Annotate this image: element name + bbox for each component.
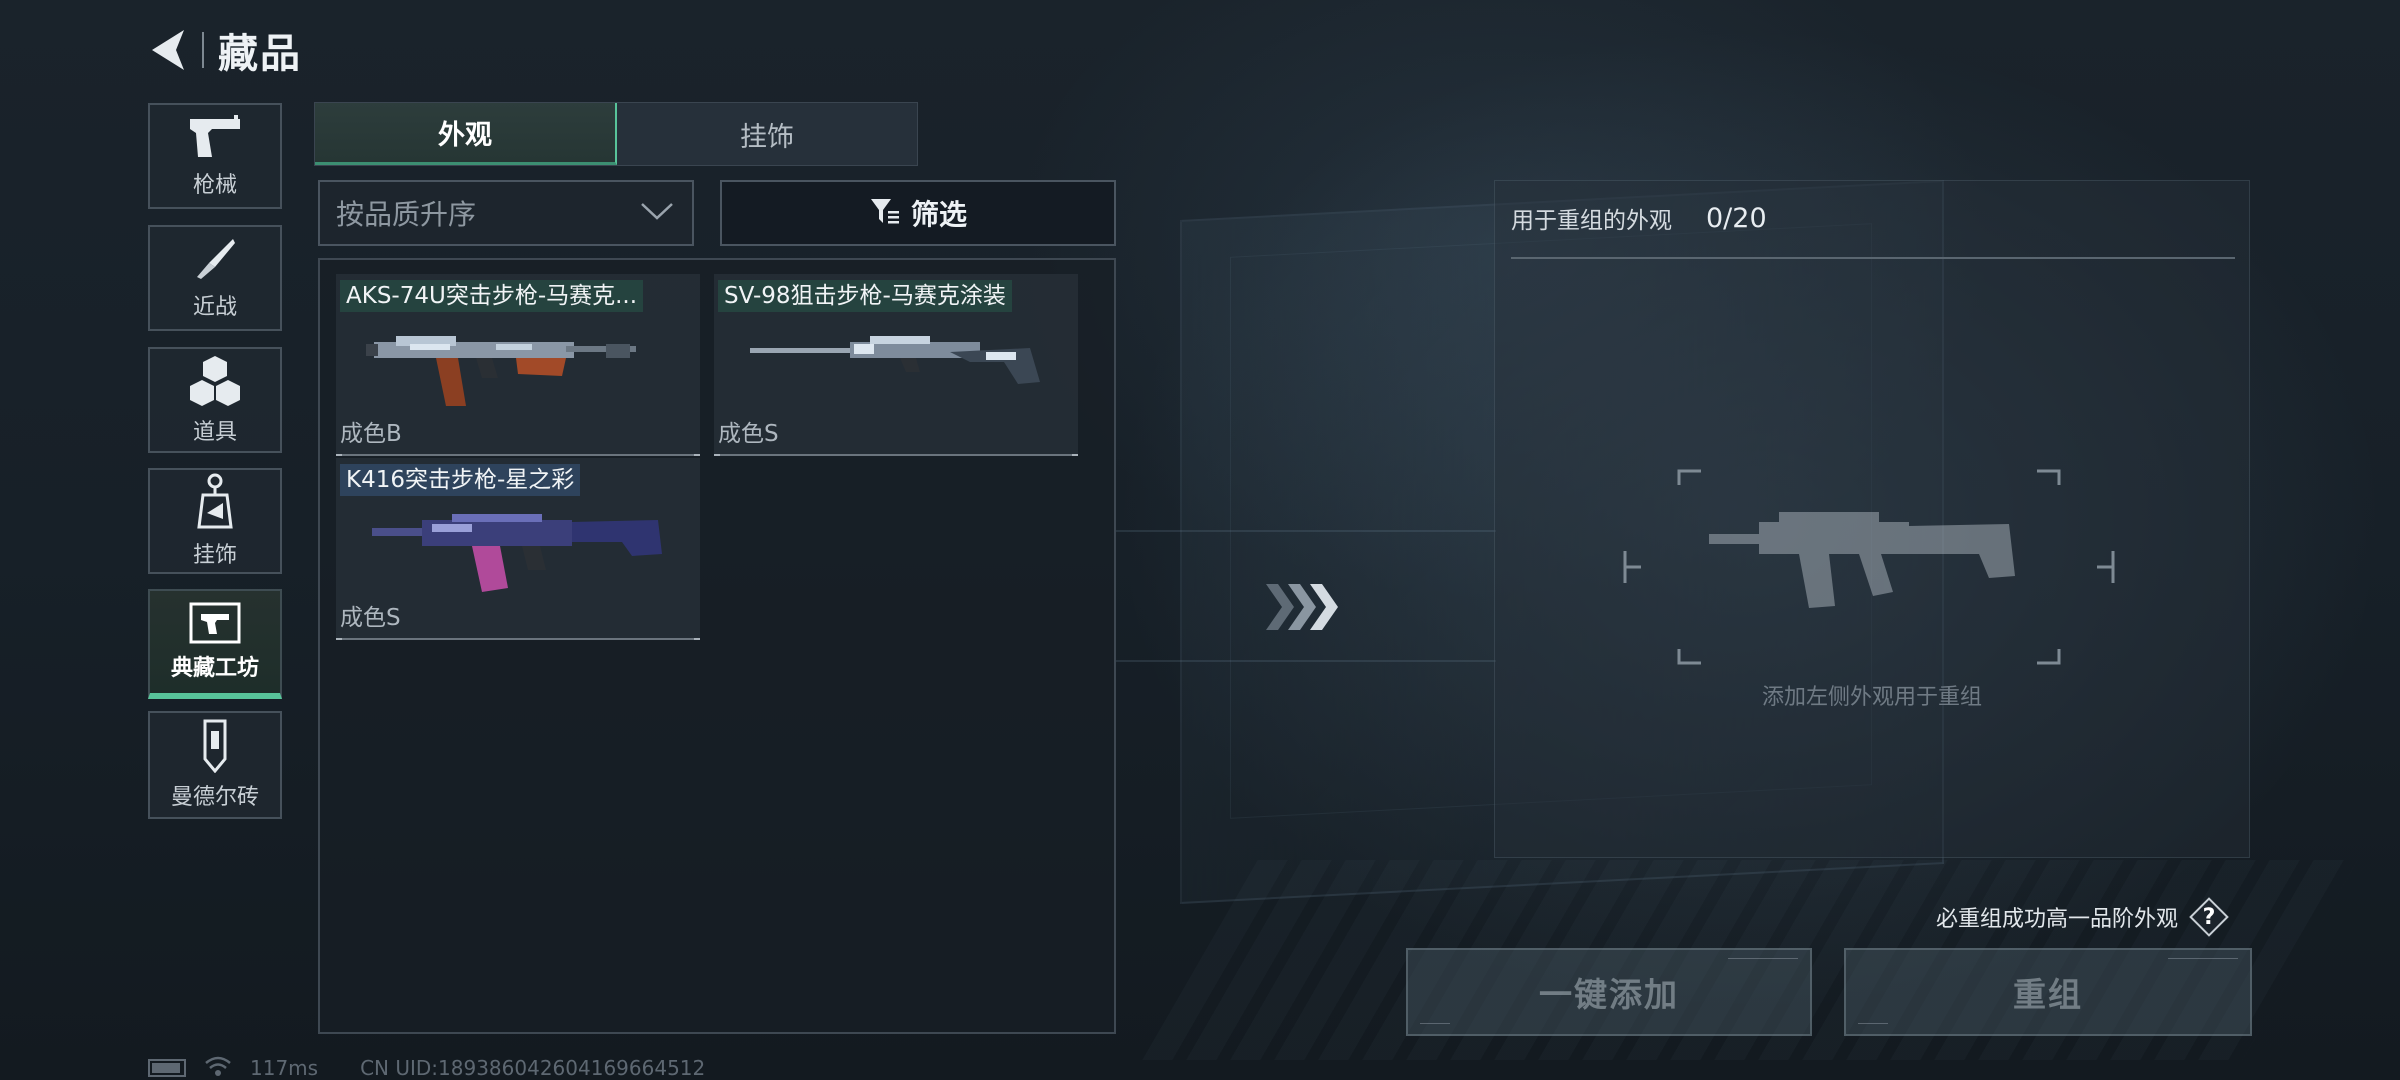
pistol-icon: [186, 113, 244, 161]
item-card[interactable]: K416突击步枪-星之彩 成色S: [336, 458, 700, 640]
help-icon[interactable]: ?: [2192, 900, 2226, 934]
sidebar-item-label: 枪械: [192, 173, 237, 198]
sort-value: 按品质升序: [336, 198, 477, 231]
item-grade: 成色B: [340, 421, 402, 447]
charm-icon: [195, 473, 235, 531]
tab-charms[interactable]: 挂饰: [617, 103, 917, 165]
sidebar-item-label: 道具: [192, 420, 237, 445]
button-decoration: [2168, 958, 2238, 965]
header-separator: [202, 32, 204, 68]
item-grade: 成色S: [718, 421, 779, 447]
card-corner: [694, 632, 700, 640]
recombine-label: 用于重组的外观: [1511, 208, 1672, 234]
recombine-count: 0/20: [1706, 202, 1767, 234]
sidebar-item-label: 挂饰: [192, 543, 237, 568]
recombine-header: 用于重组的外观 0/20: [1511, 201, 1767, 235]
recombine-divider: [1511, 257, 2235, 259]
battery-icon: [148, 1059, 186, 1077]
status-bar: 117ms CN UID:189386042604169664512: [148, 1056, 705, 1080]
button-decoration: [1420, 1019, 1450, 1024]
filter-icon: [869, 197, 901, 229]
item-grid: AKS-74U突击步枪-马赛克... 成色B SV-98狙击步枪-马赛克涂装 成…: [318, 258, 1116, 1034]
item-name: K416突击步枪-星之彩: [340, 464, 581, 496]
card-corner: [336, 632, 342, 640]
chevron-right-icon: [1264, 582, 1344, 636]
rifle-sv98-icon: [750, 322, 1050, 396]
guarantee-note: 必重组成功高一品阶外观 ?: [1936, 900, 2226, 934]
button-decoration: [1728, 958, 1798, 965]
add-all-button[interactable]: 一键添加: [1406, 948, 1812, 1036]
sidebar-item-label: 曼德尔砖: [170, 785, 259, 810]
page-title: 藏品: [218, 31, 302, 77]
knife-icon: [191, 235, 239, 283]
brick-icon: [197, 719, 233, 773]
workshop-icon: [189, 602, 241, 644]
sidebar-item-mandel-brick[interactable]: 曼德尔砖: [148, 711, 282, 819]
rifle-silhouette-icon: [1709, 496, 2029, 630]
sidebar-item-charms[interactable]: 挂饰: [148, 468, 282, 574]
sort-dropdown[interactable]: 按品质升序: [318, 180, 694, 246]
item-card[interactable]: AKS-74U突击步枪-马赛克... 成色B: [336, 274, 700, 456]
sidebar-item-workshop[interactable]: 典藏工坊: [148, 589, 282, 699]
background-line: [1116, 530, 1496, 532]
card-corner: [1072, 448, 1078, 456]
recombine-button[interactable]: 重组: [1844, 948, 2252, 1036]
recombine-button-label: 重组: [2013, 975, 2083, 1014]
recombine-panel: 用于重组的外观 0/20 添加左侧外观用于重组: [1494, 180, 2250, 858]
item-name: AKS-74U突击步枪-马赛克...: [340, 280, 644, 312]
rifle-aks74u-icon: [366, 314, 656, 418]
cubes-icon: [189, 354, 241, 408]
screen-root: 藏品 枪械 近战 道具 挂饰 典藏工坊 曼德尔砖 外观 挂饰 按品质升序 筛选 …: [0, 0, 2400, 1080]
filter-button[interactable]: 筛选: [720, 180, 1116, 246]
tab-appearance[interactable]: 外观: [315, 103, 617, 165]
chevron-down-icon: [640, 201, 674, 225]
sidebar-item-items[interactable]: 道具: [148, 347, 282, 453]
card-corner: [714, 448, 720, 456]
item-card[interactable]: SV-98狙击步枪-马赛克涂装 成色S: [714, 274, 1078, 456]
back-arrow-icon[interactable]: [148, 28, 188, 72]
guarantee-text: 必重组成功高一品阶外观: [1936, 907, 2179, 932]
page-header: 藏品: [148, 26, 302, 77]
card-corner: [694, 448, 700, 456]
sidebar-item-melee[interactable]: 近战: [148, 225, 282, 331]
item-name: SV-98狙击步枪-马赛克涂装: [718, 280, 1012, 312]
user-uid: CN UID:189386042604169664512: [360, 1056, 706, 1080]
sidebar-item-label: 近战: [192, 295, 237, 320]
card-corner: [336, 448, 342, 456]
wifi-icon: [204, 1055, 232, 1080]
rifle-k416-icon: [372, 498, 672, 612]
sidebar-item-label: 典藏工坊: [170, 656, 259, 681]
ping-value: 117ms: [250, 1056, 319, 1080]
item-grade: 成色S: [340, 605, 401, 631]
background-line: [1116, 660, 1496, 662]
add-all-label: 一键添加: [1539, 975, 1679, 1014]
button-decoration: [1858, 1019, 1888, 1024]
filter-label: 筛选: [910, 198, 967, 231]
category-tabs: 外观 挂饰: [314, 102, 918, 166]
sidebar-item-firearms[interactable]: 枪械: [148, 103, 282, 209]
recombine-hint: 添加左侧外观用于重组: [1761, 685, 1982, 710]
